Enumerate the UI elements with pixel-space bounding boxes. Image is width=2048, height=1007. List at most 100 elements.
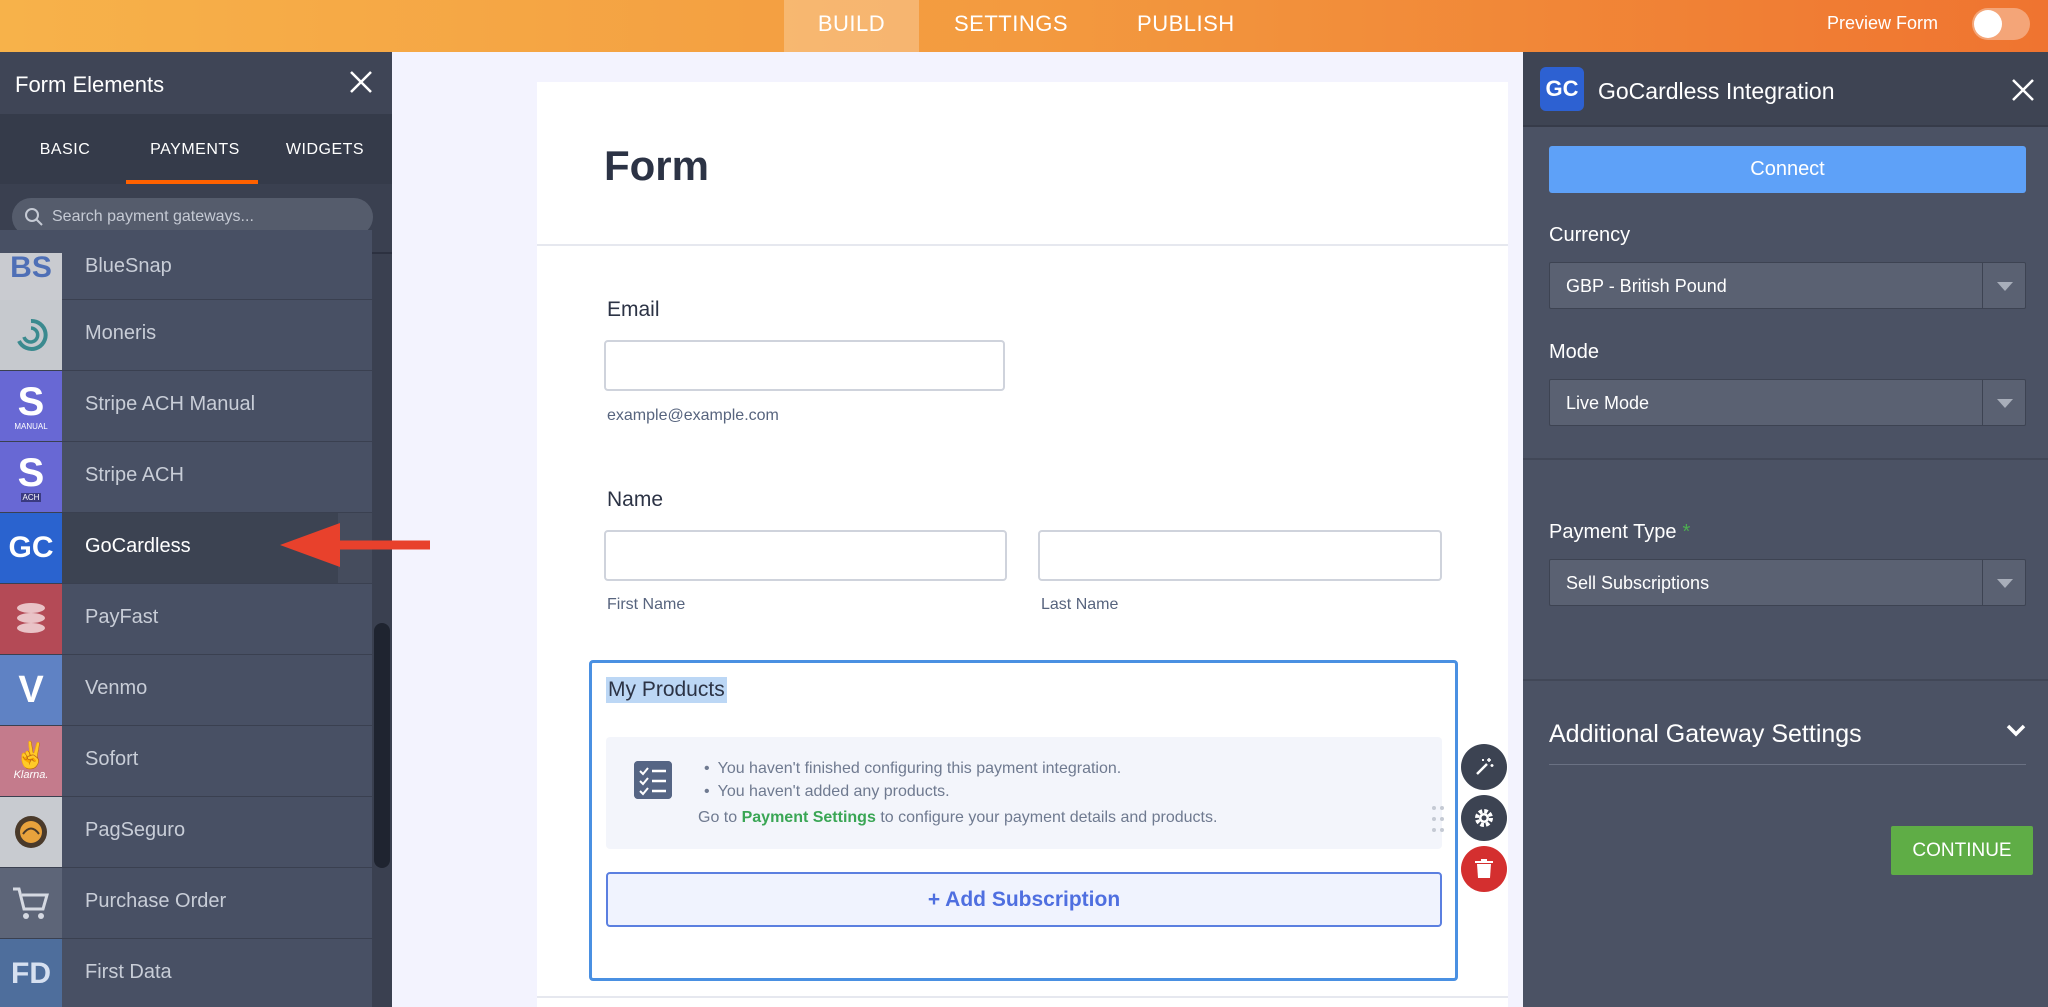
divider bbox=[537, 996, 1508, 998]
stripe-ach-manual-logo-icon: S MANUAL bbox=[0, 371, 62, 441]
drag-dots-icon[interactable] bbox=[1430, 804, 1446, 834]
shopping-cart-icon bbox=[0, 868, 62, 938]
gateway-item-sofort[interactable]: ✌ Klarna. Sofort bbox=[0, 726, 372, 797]
chevron-down-icon[interactable] bbox=[2006, 724, 2026, 738]
gateway-item-venmo[interactable]: V Venmo bbox=[0, 655, 372, 726]
warning-item: You haven't finished configuring this pa… bbox=[704, 757, 1122, 780]
first-name-field[interactable] bbox=[604, 530, 1007, 581]
gateway-label: Stripe ACH bbox=[85, 464, 184, 486]
required-asterisk: * bbox=[1682, 521, 1691, 543]
close-icon[interactable] bbox=[2010, 77, 2036, 103]
gateway-label: First Data bbox=[85, 961, 172, 983]
gateway-item-stripe-ach-manual[interactable]: S MANUAL Stripe ACH Manual bbox=[0, 371, 372, 442]
element-tabs: BASIC PAYMENTS WIDGETS bbox=[0, 114, 392, 184]
gear-icon bbox=[1475, 809, 1493, 827]
gateway-label: PayFast bbox=[85, 606, 159, 628]
products-field[interactable]: My Products You haven't finished configu… bbox=[589, 660, 1458, 981]
payment-settings-hint: Go to Payment Settings to configure your… bbox=[698, 809, 1217, 827]
divider bbox=[537, 244, 1508, 246]
currency-select[interactable]: GBP - British Pound bbox=[1549, 262, 2026, 309]
gateway-item-bluesnap[interactable]: BS BlueSnap bbox=[0, 230, 372, 300]
last-name-sublabel: Last Name bbox=[1041, 596, 1119, 613]
divider bbox=[1523, 679, 2048, 681]
tab-settings[interactable]: SETTINGS bbox=[954, 0, 1068, 52]
payment-type-select[interactable]: Sell Subscriptions bbox=[1549, 559, 2026, 606]
manual-badge: MANUAL bbox=[14, 421, 48, 431]
delete-button[interactable] bbox=[1461, 846, 1507, 892]
preview-form-label: Preview Form bbox=[1826, 13, 1938, 33]
venmo-logo-text: V bbox=[18, 668, 44, 711]
gateway-label: Purchase Order bbox=[85, 890, 227, 912]
form-canvas: Form Email example@example.com Name Firs… bbox=[537, 82, 1508, 1007]
left-panel-header: Form Elements bbox=[0, 52, 392, 114]
warning-list: You haven't finished configuring this pa… bbox=[704, 757, 1122, 803]
divider bbox=[1523, 458, 2048, 460]
left-scrollbar[interactable] bbox=[374, 623, 390, 868]
tab-publish[interactable]: PUBLISH bbox=[1137, 0, 1235, 52]
gateway-item-pagseguro[interactable]: PagSeguro bbox=[0, 797, 372, 868]
gateway-label: Moneris bbox=[85, 322, 157, 344]
gateway-item-moneris[interactable]: Moneris bbox=[0, 300, 372, 371]
gateway-label: Sofort bbox=[85, 748, 139, 770]
bluesnap-logo-text: BS bbox=[10, 253, 52, 284]
chevron-down-icon bbox=[1982, 380, 2025, 425]
mode-select[interactable]: Live Mode bbox=[1549, 379, 2026, 426]
right-panel-title: GoCardless Integration bbox=[1598, 78, 1835, 104]
preview-form-toggle[interactable] bbox=[1972, 8, 2030, 40]
tab-basic[interactable]: BASIC bbox=[0, 114, 130, 184]
additional-gateway-settings-toggle[interactable]: Additional Gateway Settings bbox=[1549, 720, 1862, 749]
gateway-item-stripe-ach[interactable]: S ACH Stripe ACH bbox=[0, 442, 372, 513]
venmo-logo-icon: V bbox=[0, 655, 62, 725]
payment-type-label: Payment Type * bbox=[1549, 521, 1690, 544]
email-label: Email bbox=[607, 298, 660, 321]
divider bbox=[1549, 764, 2026, 765]
gocardless-logo-text: GC bbox=[8, 531, 54, 564]
mode-value: Live Mode bbox=[1566, 393, 1650, 413]
klarna-wordmark: Klarna. bbox=[13, 769, 49, 781]
ach-badge: ACH bbox=[20, 492, 42, 502]
peace-hand-glyph: ✌ bbox=[14, 740, 48, 770]
payment-settings-link[interactable]: Payment Settings bbox=[742, 809, 876, 826]
gocardless-logo-icon: GC bbox=[0, 513, 62, 583]
close-icon[interactable] bbox=[347, 68, 375, 96]
search-icon bbox=[25, 208, 43, 226]
products-title[interactable]: My Products bbox=[606, 677, 727, 703]
payment-type-text: Payment Type bbox=[1549, 521, 1677, 543]
currency-value: GBP - British Pound bbox=[1566, 276, 1727, 296]
email-sublabel: example@example.com bbox=[607, 407, 779, 424]
trash-icon bbox=[1475, 859, 1493, 878]
tab-build[interactable]: BUILD bbox=[784, 0, 919, 52]
continue-button[interactable]: CONTINUE bbox=[1891, 826, 2033, 875]
sofort-logo-icon: ✌ Klarna. bbox=[0, 726, 62, 796]
left-panel-title: Form Elements bbox=[15, 72, 165, 97]
first-name-sublabel: First Name bbox=[607, 596, 686, 613]
gateway-label: GoCardless bbox=[85, 535, 191, 557]
form-title[interactable]: Form bbox=[604, 142, 709, 190]
toggle-knob bbox=[1974, 10, 2002, 38]
pagseguro-logo-icon bbox=[0, 797, 62, 867]
tab-payments[interactable]: PAYMENTS bbox=[130, 114, 260, 184]
add-subscription-button[interactable]: + Add Subscription bbox=[606, 872, 1442, 927]
chevron-down-icon bbox=[1982, 263, 2025, 308]
hint-suffix: to configure your payment details and pr… bbox=[880, 809, 1218, 826]
first-data-logo-icon: FD bbox=[0, 939, 62, 1007]
gateway-item-purchase-order[interactable]: Purchase Order bbox=[0, 868, 372, 939]
warning-item: You haven't added any products. bbox=[704, 780, 1121, 803]
gateway-item-first-data[interactable]: FD First Data bbox=[0, 939, 372, 1007]
gateway-item-payfast[interactable]: PayFast bbox=[0, 584, 372, 655]
tab-widgets[interactable]: WIDGETS bbox=[260, 114, 390, 184]
magic-wand-button[interactable] bbox=[1461, 744, 1507, 790]
settings-button[interactable] bbox=[1461, 795, 1507, 841]
top-bar: BUILD SETTINGS PUBLISH Preview Form bbox=[0, 0, 2048, 52]
right-panel-header: GC GoCardless Integration bbox=[1523, 52, 2048, 127]
stripe-ach-logo-icon: S ACH bbox=[0, 442, 62, 512]
last-name-field[interactable] bbox=[1038, 530, 1442, 581]
magic-wand-icon bbox=[1476, 758, 1494, 775]
payment-warning-box: You haven't finished configuring this pa… bbox=[606, 737, 1442, 849]
first-data-logo-text: FD bbox=[11, 957, 51, 990]
email-field[interactable] bbox=[604, 340, 1005, 391]
moneris-logo-icon bbox=[0, 300, 62, 370]
checklist-icon bbox=[634, 761, 672, 799]
mode-label: Mode bbox=[1549, 341, 1600, 363]
connect-button[interactable]: Connect bbox=[1549, 146, 2026, 193]
